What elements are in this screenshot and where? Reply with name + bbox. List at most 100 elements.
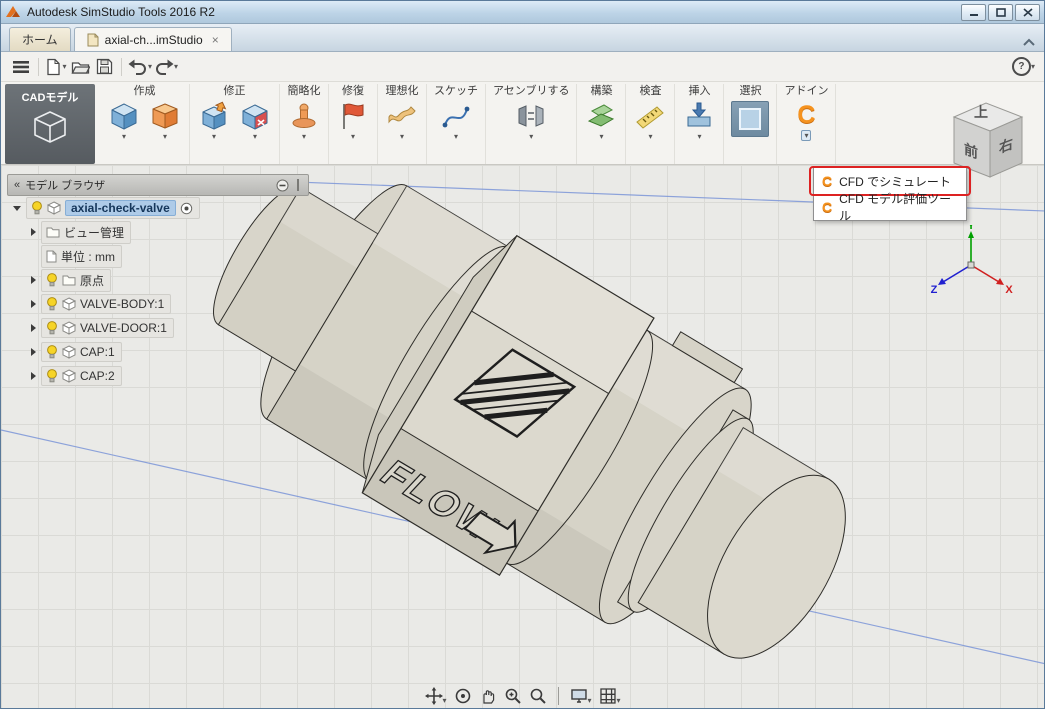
tree-item-label[interactable]: CAP:1 xyxy=(80,345,115,359)
3d-viewport[interactable]: FLOW « モデル ブラウザ axial-check-valve ビュー管理 … xyxy=(1,165,1044,708)
expander-icon[interactable] xyxy=(31,372,36,380)
tree-item-label[interactable]: VALVE-DOOR:1 xyxy=(80,321,167,335)
tree-row-cap-1[interactable]: CAP:1 xyxy=(31,340,309,364)
expander-icon[interactable] xyxy=(31,276,36,284)
undo-button[interactable]: ▾ xyxy=(128,55,152,79)
selection-box-icon xyxy=(739,108,762,130)
expander-icon[interactable] xyxy=(31,300,36,308)
chevron-down-icon[interactable]: ▾ xyxy=(454,132,458,141)
tree-item-label[interactable]: CAP:2 xyxy=(80,369,115,383)
chevron-down-icon[interactable]: ▾ xyxy=(253,132,257,141)
close-button[interactable] xyxy=(1015,3,1040,21)
cfd-addin-button[interactable]: C ▾ xyxy=(789,101,823,141)
expander-icon[interactable] xyxy=(31,348,36,356)
assemble-button[interactable]: ▾ xyxy=(514,101,548,141)
chevron-down-icon[interactable]: ▾ xyxy=(400,132,404,141)
tree-row-valve-door[interactable]: VALVE-DOOR:1 xyxy=(31,316,309,340)
maximize-icon xyxy=(995,7,1006,17)
create-extrude-button[interactable]: ▾ xyxy=(148,101,182,141)
sketch-button[interactable]: ▾ xyxy=(439,101,473,141)
modify-presspull-button[interactable]: ▾ xyxy=(197,101,231,141)
help-button[interactable]: ? ▾ xyxy=(1011,55,1035,79)
tree-item-label[interactable]: 単位 : mm xyxy=(61,248,115,265)
expander-icon[interactable] xyxy=(31,324,36,332)
lightbulb-icon[interactable] xyxy=(46,321,58,335)
maximize-button[interactable] xyxy=(988,3,1013,21)
lightbulb-icon[interactable] xyxy=(46,273,58,287)
chevron-down-icon[interactable]: ▾ xyxy=(648,132,652,141)
panel-drag-handle[interactable] xyxy=(294,178,302,192)
idealize-button[interactable]: ▾ xyxy=(385,101,419,141)
delete-face-icon xyxy=(242,104,268,130)
tree-root-label[interactable]: axial-check-valve xyxy=(65,200,176,216)
tree-row-origin[interactable]: 原点 xyxy=(31,268,309,292)
chevron-down-icon[interactable]: ▾ xyxy=(697,132,701,141)
chevron-down-icon[interactable]: ▾ xyxy=(148,62,152,71)
chevron-down-icon[interactable]: ▾ xyxy=(62,62,66,71)
tab-document-active[interactable]: axial-ch...imStudio × xyxy=(73,27,232,51)
chevron-down-icon[interactable]: ▾ xyxy=(351,132,355,141)
collapse-ribbon-button[interactable] xyxy=(1022,38,1036,46)
chevron-down-icon[interactable]: ▾ xyxy=(1031,62,1035,71)
toolbar-separator xyxy=(121,57,122,76)
orbit-button[interactable] xyxy=(451,685,473,707)
title-bar[interactable]: Autodesk SimStudio Tools 2016 R2 xyxy=(1,1,1044,24)
repair-flag-icon xyxy=(343,103,364,129)
ground-target-icon[interactable] xyxy=(180,202,193,215)
select-button[interactable] xyxy=(731,101,770,137)
open-button[interactable] xyxy=(69,55,91,79)
redo-button[interactable]: ▾ xyxy=(154,55,178,79)
minimize-button[interactable] xyxy=(961,3,986,21)
tree-item-label[interactable]: VALVE-BODY:1 xyxy=(80,297,164,311)
chevron-down-icon[interactable]: ▾ xyxy=(302,132,306,141)
group-label-idealize: 理想化 xyxy=(385,85,419,97)
main-menu-button[interactable] xyxy=(10,55,32,79)
document-icon xyxy=(87,33,99,47)
expander-icon[interactable] xyxy=(31,228,36,236)
lightbulb-icon[interactable] xyxy=(46,345,58,359)
construct-button[interactable]: ▾ xyxy=(584,101,618,141)
lightbulb-icon[interactable] xyxy=(46,369,58,383)
pan-hand-button[interactable] xyxy=(476,685,498,707)
collapse-panel-icon[interactable]: « xyxy=(14,179,20,191)
insert-button[interactable]: ▾ xyxy=(682,101,716,141)
tree-item-label[interactable]: ビュー管理 xyxy=(64,224,124,241)
chevron-down-icon[interactable]: ▾ xyxy=(212,132,216,141)
repair-button[interactable]: ▾ xyxy=(336,101,370,141)
tab-home[interactable]: ホーム xyxy=(9,27,71,51)
model-browser-header[interactable]: « モデル ブラウザ xyxy=(7,174,309,196)
measure-button[interactable]: ▾ xyxy=(633,101,667,141)
chevron-down-icon[interactable]: ▾ xyxy=(617,696,621,705)
chevron-down-icon[interactable]: ▾ xyxy=(174,62,178,71)
grid-settings-button[interactable]: ▾ xyxy=(597,685,623,707)
lightbulb-icon[interactable] xyxy=(46,297,58,311)
tab-cad-model[interactable]: CADモデル xyxy=(5,84,95,164)
zoom-window-button[interactable] xyxy=(501,685,523,707)
simplify-button[interactable]: ▾ xyxy=(287,101,321,141)
tree-row-root[interactable]: axial-check-valve xyxy=(13,196,309,220)
menu-item-cfd-evaluate[interactable]: C CFD モデル評価ツール xyxy=(814,192,966,223)
chevron-down-icon[interactable]: ▾ xyxy=(587,696,591,705)
save-button[interactable] xyxy=(93,55,115,79)
display-style-button[interactable]: ▾ xyxy=(567,685,593,707)
modify-delete-face-button[interactable]: ▾ xyxy=(238,101,272,141)
collapse-circle-icon[interactable] xyxy=(276,179,289,192)
chevron-down-icon[interactable]: ▾ xyxy=(122,132,126,141)
chevron-down-icon[interactable]: ▾ xyxy=(442,696,446,705)
tree-item-label[interactable]: 原点 xyxy=(80,272,104,289)
chevron-down-icon[interactable]: ▾ xyxy=(599,132,603,141)
close-tab-icon[interactable]: × xyxy=(212,34,219,46)
chevron-down-icon[interactable]: ▾ xyxy=(529,132,533,141)
chevron-down-icon[interactable]: ▾ xyxy=(163,132,167,141)
tree-row-units[interactable]: 単位 : mm xyxy=(31,244,309,268)
tree-row-view-management[interactable]: ビュー管理 xyxy=(31,220,309,244)
expander-open-icon[interactable] xyxy=(13,205,21,211)
tree-row-valve-body[interactable]: VALVE-BODY:1 xyxy=(31,292,309,316)
lightbulb-icon[interactable] xyxy=(31,201,43,215)
new-document-button[interactable]: ▾ xyxy=(45,55,67,79)
chevron-down-icon[interactable]: ▾ xyxy=(801,130,812,141)
pan-move-button[interactable]: ▾ xyxy=(422,685,448,707)
zoom-button[interactable] xyxy=(526,685,548,707)
create-primitive-button[interactable]: ▾ xyxy=(107,101,141,141)
tree-row-cap-2[interactable]: CAP:2 xyxy=(31,364,309,388)
